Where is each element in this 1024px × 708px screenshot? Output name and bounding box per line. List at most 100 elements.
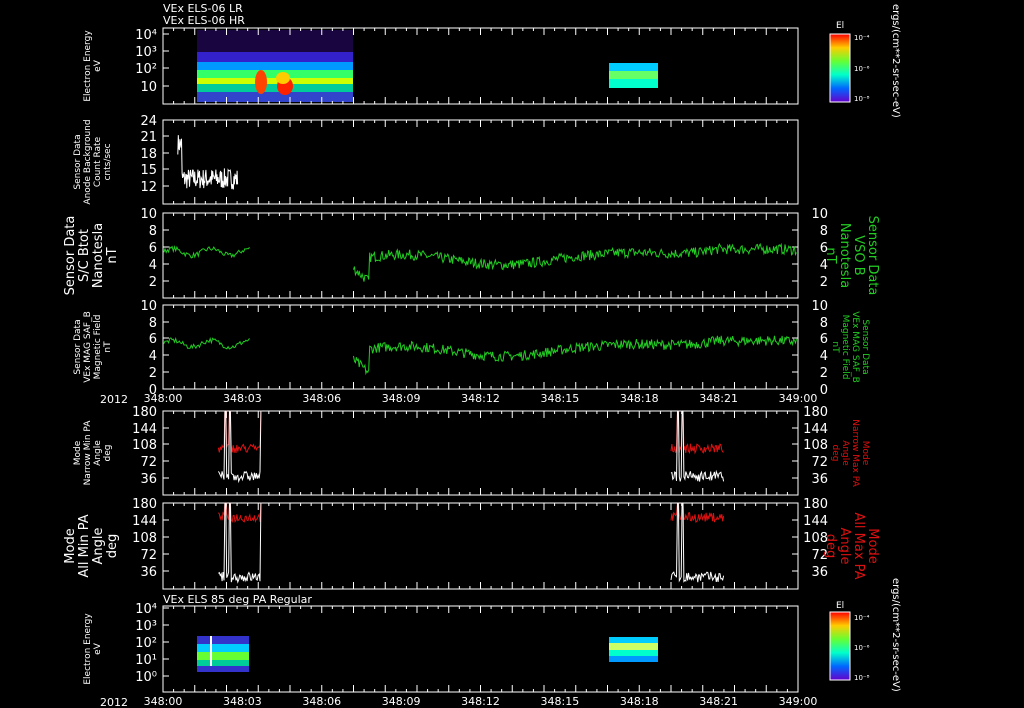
ylabel-line: Sensor Data [73, 134, 83, 189]
ytick-label-right: 10 [811, 299, 828, 314]
time-tick-label: 348:15 [541, 695, 580, 708]
time-tick-label: 349:00 [779, 695, 818, 708]
ylabel-line: eV [93, 59, 103, 72]
heat-7-band-teal [197, 660, 249, 666]
ytick-label: 4 [149, 349, 157, 364]
ytick-label: 180 [132, 405, 157, 420]
colorbar-unit-bottom: ergs/(cm**2-sr-sec-eV) [890, 578, 901, 692]
ytick-label: 10³ [135, 45, 157, 60]
ytick-label: 6 [149, 332, 157, 347]
ylabel-line: Electron Energy [83, 613, 93, 685]
heat-1-hotspot-c [276, 72, 290, 84]
time-tick-label: 348:06 [302, 392, 341, 405]
ytick-label: 10 [140, 299, 157, 314]
ytick-label: 18 [140, 147, 157, 162]
ytick-label: 10 [140, 80, 157, 95]
ytick-label: 15 [140, 163, 157, 178]
time-tick-label: 348:03 [223, 695, 262, 708]
right-label-line: Magnetic Field [840, 315, 850, 380]
ytick-label-right: 144 [803, 514, 828, 529]
ytick-label: 108 [132, 531, 157, 546]
heat-7-block-teal [609, 650, 658, 656]
time-tick-label: 348:09 [382, 695, 421, 708]
right-label-line: Angle [837, 528, 852, 565]
heat-1-band-yellow [197, 78, 353, 84]
ytick-label: 8 [149, 224, 157, 239]
ytick-label-right: 180 [803, 497, 828, 512]
time-tick-label: 348:15 [541, 392, 580, 405]
ytick-label: 180 [132, 497, 157, 512]
ytick-label: 2 [149, 366, 157, 381]
ytick-label-right: 2 [820, 275, 828, 290]
ytick-label-right: 8 [820, 224, 828, 239]
heat-7-stripe [210, 636, 212, 666]
ylabel-line: Mode [73, 440, 83, 465]
right-label-line: Sensor Data [865, 216, 880, 296]
right-label-line: nT [823, 247, 838, 263]
ytick-label-right: 6 [820, 332, 828, 347]
ytick-label: 10² [135, 636, 157, 651]
right-label-line: deg [823, 534, 838, 559]
panel-3-frame [162, 212, 799, 299]
panel-1-heatmap [197, 30, 658, 102]
panel-2-frame [162, 119, 799, 205]
series-all-pa-min-1 [670, 502, 725, 583]
ylabel-line: Sensor Data [63, 216, 78, 296]
series-saf-b-seg2 [353, 335, 797, 376]
axis-year: 2012 [100, 393, 128, 406]
ytick-label: 24 [140, 114, 157, 129]
ytick-label: 4 [149, 258, 157, 273]
ytick-label-right: 10 [811, 207, 828, 222]
right-label-line: Sensor Data [860, 319, 870, 374]
ytick-label-right: 72 [811, 455, 828, 470]
heat-1-block-cyan [609, 63, 658, 71]
ytick-label: 72 [140, 455, 157, 470]
heat-7-band-bottom [197, 666, 249, 672]
ytick-label: 10² [135, 62, 157, 77]
ylabel-line: Magnetic Field [93, 315, 103, 380]
ytick-label: 10⁴ [135, 602, 157, 617]
colorbar-1-tick-1: 10⁻⁶ [854, 65, 870, 73]
ylabel-line: Count Rate [93, 136, 103, 187]
ytick-label: 108 [132, 438, 157, 453]
heat-1-band-green [197, 70, 353, 78]
series-vso-b-seg1 [163, 245, 250, 259]
ytick-label: 10⁰ [135, 670, 157, 685]
ylabel-line: Angle [93, 440, 103, 466]
ytick-label-right: 8 [820, 316, 828, 331]
ylabel-line: Electron Energy [83, 30, 93, 102]
ytick-label: 6 [149, 241, 157, 256]
time-tick-label: 348:18 [620, 392, 659, 405]
colorbar-2-title: El [836, 601, 844, 611]
colorbar-1: El 10⁻⁴ 10⁻⁶ 10⁻⁸ [829, 21, 870, 103]
heat-1-band-teal [197, 84, 353, 92]
series-anode-background [177, 135, 239, 190]
ytick-label: 21 [140, 130, 157, 145]
ytick-label: 72 [140, 548, 157, 563]
ylabel-line: Anode Background [83, 119, 93, 204]
heat-7-band-blue [197, 636, 249, 644]
time-tick-label: 349:00 [779, 392, 818, 405]
colorbar-2-tick-0: 10⁻⁴ [854, 614, 870, 622]
plot-stage: VEx ELS-06 LR VEx ELS-06 HR VEx ELS 85 d… [63, 2, 901, 708]
series-all-pa-min-0 [218, 502, 262, 584]
colorbar-unit-top: ergs/(cm**2-sr-sec-eV) [890, 4, 901, 118]
ylabel-line: Mode [63, 528, 78, 563]
colorbar-1-tick-0: 10⁻⁴ [854, 34, 870, 42]
ytick-label: 10³ [135, 619, 157, 634]
ytick-label-right: 4 [820, 349, 828, 364]
ylabel-line: Sensor Data [73, 319, 83, 374]
ylabel-line: Nanotesla [91, 223, 106, 288]
colorbar-1-tick-2: 10⁻⁸ [854, 95, 870, 103]
right-label-line: Narrow Max PA [850, 419, 860, 487]
time-tick-label: 348:12 [461, 695, 500, 708]
heat-1-bg-top [197, 30, 353, 52]
right-label-line: All Max PA [851, 512, 866, 579]
ylabel-line: cnts/sec [103, 143, 113, 180]
ylabel-line: Narrow Min PA [83, 420, 93, 486]
ylabel-line: Angle [91, 528, 106, 565]
time-tick-label: 348:03 [223, 392, 262, 405]
ytick-label: 144 [132, 422, 157, 437]
ylabel-line: deg [105, 534, 120, 559]
right-label-line: Angle [840, 440, 850, 466]
